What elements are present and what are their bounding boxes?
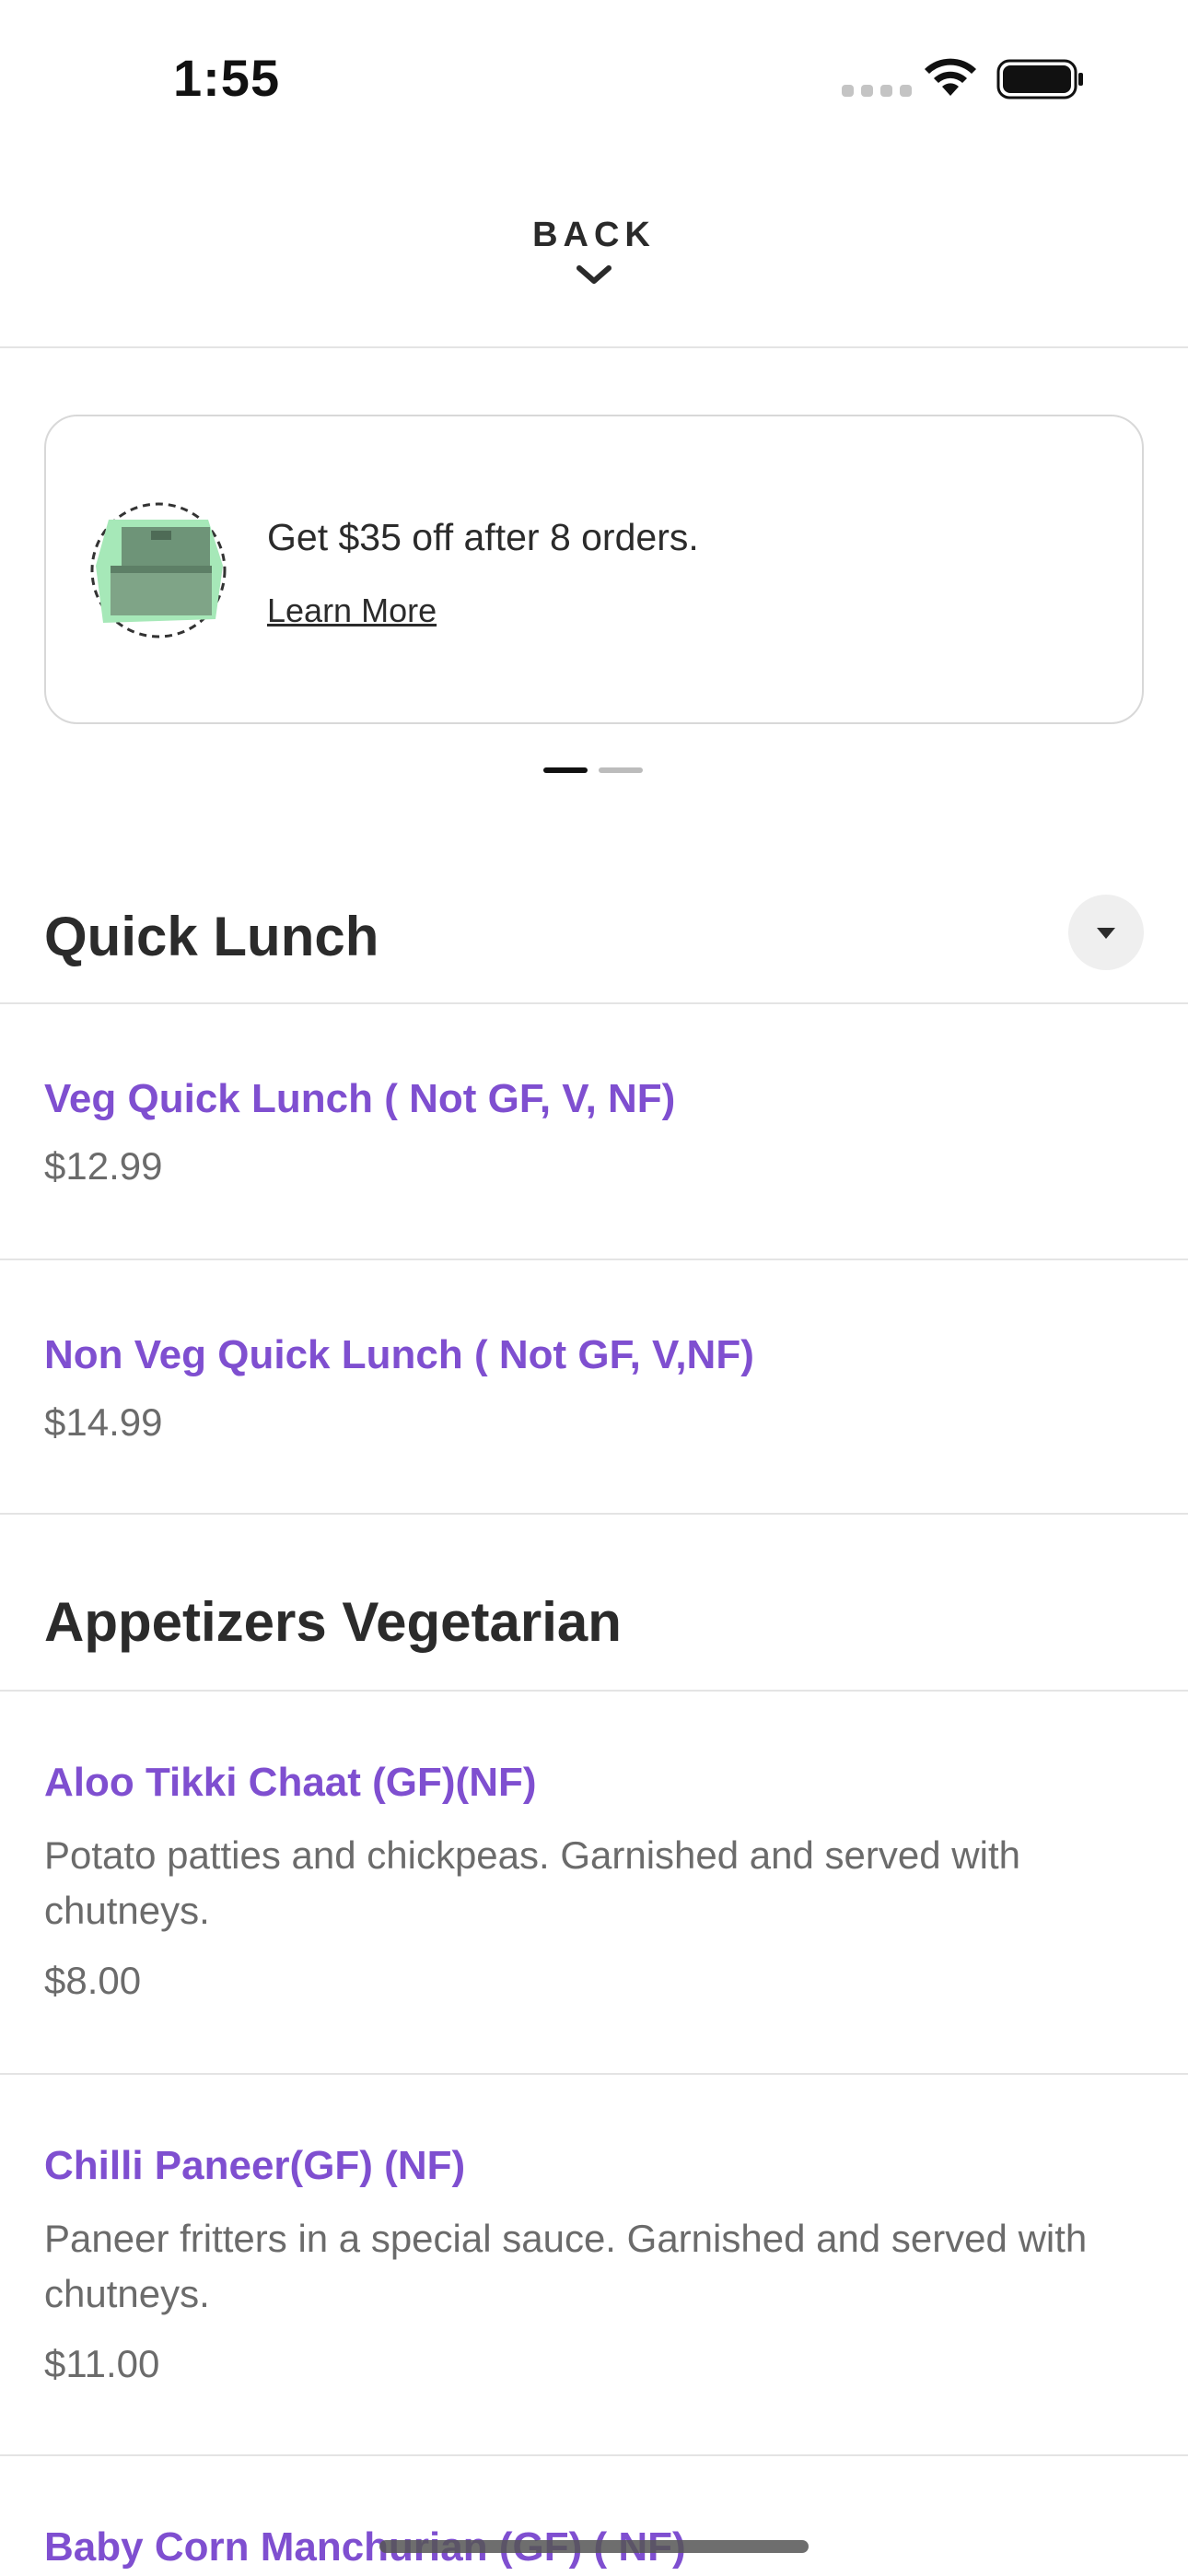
item-price: $8.00	[44, 1959, 142, 2002]
signal-icon	[842, 85, 912, 97]
section-header-quick-lunch: Quick Lunch	[0, 829, 1188, 1004]
status-time: 1:55	[173, 49, 281, 107]
section-title: Quick Lunch	[44, 906, 379, 967]
menu-item[interactable]: Veg Quick Lunch ( Not GF, V, NF) $12.99	[0, 1006, 1188, 1260]
item-price: $14.99	[44, 1400, 163, 1444]
back-button[interactable]: BACK	[502, 216, 686, 308]
menu-item[interactable]: Chilli Paneer(GF) (NF) Paneer fritters i…	[0, 2077, 1188, 2456]
learn-more-link[interactable]: Learn More	[267, 591, 437, 630]
item-name: Veg Quick Lunch ( Not GF, V, NF)	[44, 1076, 676, 1121]
home-indicator[interactable]	[379, 2540, 809, 2553]
back-label: BACK	[532, 216, 656, 254]
carousel-pager	[543, 767, 643, 773]
item-name: Aloo Tikki Chaat (GF)(NF)	[44, 1760, 537, 1805]
section-header-appetizers-vegetarian: Appetizers Vegetarian	[0, 1516, 1188, 1692]
item-description: Potato patties and chickpeas. Garnished …	[44, 1833, 1020, 1932]
battery-icon	[996, 59, 1083, 100]
item-description: Paneer fritters in a special sauce. Garn…	[44, 2217, 1088, 2315]
wifi-icon	[925, 58, 976, 96]
promo-card[interactable]: Get $35 off after 8 orders. Learn More	[44, 415, 1144, 724]
promo-text: Get $35 off after 8 orders.	[267, 516, 699, 558]
item-price: $12.99	[44, 1144, 163, 1188]
section-title: Appetizers Vegetarian	[44, 1591, 622, 1653]
item-name: Non Veg Quick Lunch ( Not GF, V,NF)	[44, 1332, 754, 1377]
chevron-down-icon	[577, 265, 611, 284]
status-bar: 1:55	[0, 0, 1188, 157]
box-stack-icon	[90, 502, 227, 638]
item-price: $11.00	[44, 2342, 160, 2385]
item-name: Chilli Paneer(GF) (NF)	[44, 2143, 466, 2188]
pager-dot[interactable]	[599, 767, 643, 773]
caret-down-icon	[1097, 928, 1115, 939]
collapse-button[interactable]	[1068, 895, 1144, 970]
menu-item[interactable]: Aloo Tikki Chaat (GF)(NF) Potato patties…	[0, 1693, 1188, 2075]
header: BACK	[0, 157, 1188, 348]
menu-item[interactable]: Baby Corn Manchurian (GF) ( NF)	[0, 2458, 1188, 2576]
pager-dot-active[interactable]	[543, 767, 588, 773]
menu-item[interactable]: Non Veg Quick Lunch ( Not GF, V,NF) $14.…	[0, 1262, 1188, 1515]
